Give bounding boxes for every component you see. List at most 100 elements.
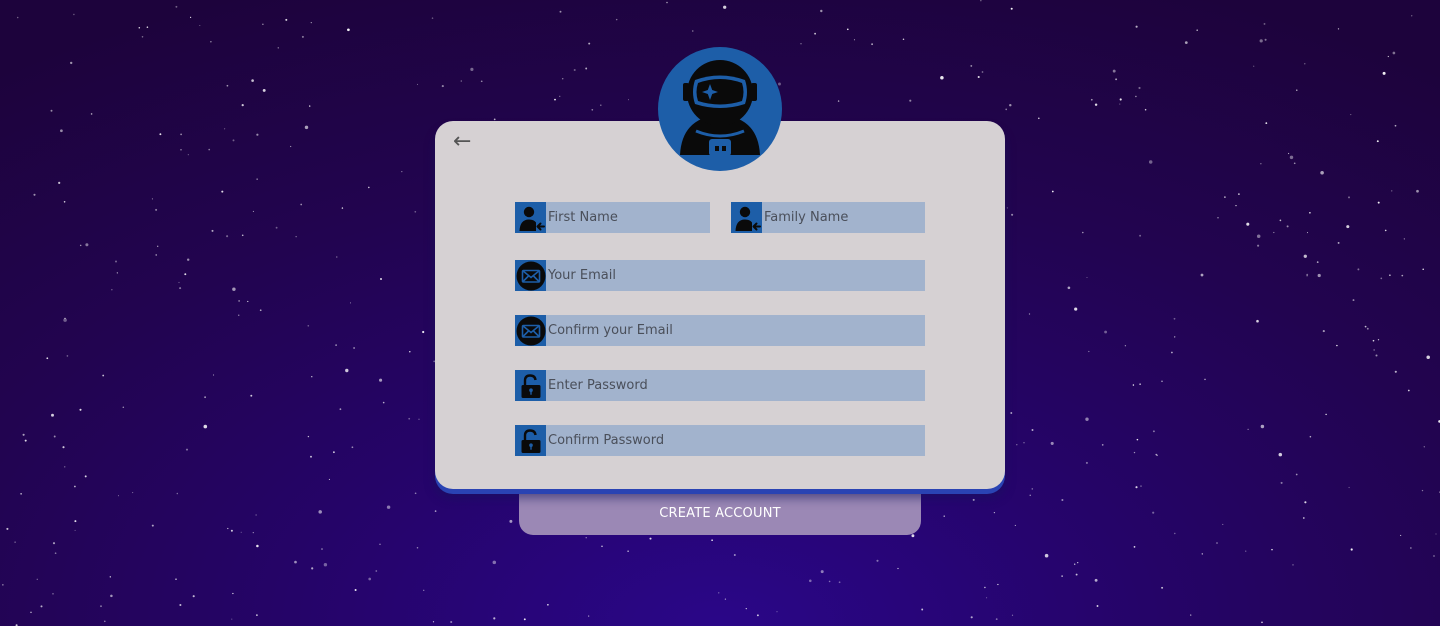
- password-input[interactable]: [546, 370, 925, 401]
- star: [1364, 325, 1367, 328]
- star: [102, 374, 105, 377]
- star: [151, 198, 153, 200]
- star: [155, 254, 157, 256]
- star: [627, 550, 629, 552]
- star: [1288, 152, 1290, 155]
- star: [189, 16, 192, 19]
- star: [351, 446, 354, 449]
- back-arrow-button[interactable]: ←: [453, 131, 471, 153]
- star: [1295, 473, 1298, 476]
- star: [1377, 201, 1380, 204]
- create-account-button[interactable]: CREATE ACCOUNT: [519, 484, 921, 535]
- star: [1352, 299, 1355, 302]
- star: [1196, 29, 1198, 31]
- star: [814, 32, 816, 35]
- star: [1423, 446, 1425, 448]
- star: [711, 539, 713, 542]
- star: [30, 611, 32, 614]
- star: [46, 357, 49, 360]
- star: [382, 401, 385, 404]
- star: [336, 256, 338, 258]
- star: [1263, 22, 1266, 25]
- star: [1161, 380, 1163, 383]
- star: [238, 300, 240, 302]
- star: [262, 88, 266, 92]
- star: [252, 210, 254, 212]
- mail-icon: [515, 260, 546, 291]
- star: [1296, 89, 1298, 91]
- star: [1401, 274, 1404, 277]
- star: [1051, 190, 1054, 193]
- star: [1216, 542, 1218, 544]
- star: [256, 544, 259, 548]
- star: [1094, 578, 1098, 582]
- star: [1372, 339, 1375, 342]
- confirm-email-input[interactable]: [546, 315, 925, 346]
- star: [1350, 114, 1352, 116]
- star: [1384, 229, 1387, 232]
- star: [1421, 489, 1424, 492]
- star: [441, 85, 444, 88]
- star: [649, 537, 652, 540]
- star: [493, 617, 496, 620]
- star: [262, 23, 264, 25]
- star: [627, 99, 630, 101]
- star: [554, 98, 556, 101]
- star: [1038, 117, 1040, 120]
- star: [940, 76, 944, 80]
- star: [40, 605, 43, 608]
- star: [1074, 563, 1076, 565]
- star: [1061, 498, 1064, 502]
- email-input[interactable]: [546, 260, 925, 291]
- star: [876, 559, 879, 562]
- star: [109, 576, 111, 578]
- star: [309, 105, 311, 107]
- star: [1357, 268, 1360, 271]
- star: [199, 24, 201, 27]
- star: [100, 605, 102, 608]
- star: [1028, 313, 1031, 315]
- star: [1104, 330, 1108, 334]
- star: [104, 620, 106, 623]
- star: [1200, 273, 1204, 277]
- star: [838, 581, 841, 584]
- star: [561, 77, 564, 80]
- family-name-input[interactable]: [762, 202, 934, 233]
- star: [1222, 523, 1224, 525]
- first-name-input[interactable]: [546, 202, 718, 233]
- star: [1139, 383, 1141, 385]
- star: [1264, 38, 1267, 41]
- star: [588, 42, 591, 45]
- star: [227, 527, 229, 530]
- star: [1023, 442, 1025, 444]
- star: [601, 545, 603, 548]
- star: [1138, 86, 1141, 90]
- star: [986, 597, 988, 599]
- star: [375, 570, 378, 572]
- star: [434, 510, 437, 512]
- star: [1006, 207, 1009, 209]
- confirm-password-input[interactable]: [546, 425, 925, 456]
- star: [1088, 350, 1090, 353]
- star: [1031, 488, 1034, 490]
- star: [1256, 319, 1259, 323]
- star: [339, 408, 342, 411]
- star: [559, 95, 561, 97]
- star: [63, 201, 66, 203]
- star: [20, 493, 22, 495]
- star: [1426, 355, 1430, 359]
- star: [53, 435, 56, 438]
- star: [718, 592, 720, 594]
- star: [1135, 486, 1138, 489]
- star: [1289, 155, 1294, 160]
- star: [175, 578, 177, 581]
- star: [117, 495, 120, 497]
- star: [353, 347, 356, 349]
- star: [1152, 511, 1155, 514]
- star: [401, 170, 403, 173]
- star: [179, 287, 182, 290]
- star: [321, 548, 323, 550]
- star: [1435, 533, 1437, 535]
- star: [50, 109, 53, 112]
- star: [1261, 621, 1263, 624]
